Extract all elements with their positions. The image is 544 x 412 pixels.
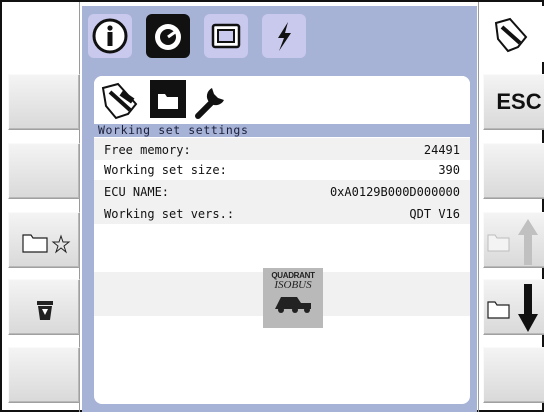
terminal-frame: Working set settings Free memory: 24491 … bbox=[0, 0, 544, 412]
tab-gauge[interactable] bbox=[146, 14, 190, 58]
folder-icon bbox=[487, 301, 510, 319]
quadrant-isobus-logo: QUADRANT ISOBUS bbox=[263, 268, 323, 328]
row-label: ECU NAME: bbox=[104, 185, 170, 199]
tab-display[interactable] bbox=[204, 14, 248, 58]
left-softkey-recycle[interactable] bbox=[8, 279, 80, 335]
folder-icon bbox=[22, 234, 48, 253]
row-label: Working set size: bbox=[104, 163, 227, 177]
hand-terminal-icon bbox=[494, 17, 528, 53]
panel-title: Working set settings bbox=[94, 124, 470, 137]
data-mask-area: Working set settings Free memory: 24491 … bbox=[82, 6, 477, 412]
row-label: Working set vers.: bbox=[104, 207, 235, 221]
logo-line2: ISOBUS bbox=[274, 279, 312, 291]
right-softkey-5[interactable] bbox=[483, 347, 544, 403]
left-softkey-1[interactable] bbox=[8, 74, 80, 130]
tab-lightning[interactable] bbox=[262, 14, 306, 58]
folder-icon bbox=[487, 234, 510, 252]
row-value: 390 bbox=[438, 163, 460, 177]
right-header-icon bbox=[483, 6, 544, 62]
esc-button[interactable]: ESC bbox=[483, 74, 544, 130]
recycle-bin-icon bbox=[37, 301, 53, 320]
row-value: QDT V16 bbox=[409, 207, 460, 221]
tab-bar bbox=[82, 6, 477, 70]
folder-icon bbox=[150, 80, 186, 118]
info-row-working-set-size: Working set size: 390 bbox=[94, 160, 470, 180]
right-softkey-down[interactable] bbox=[483, 279, 544, 335]
left-softkey-2[interactable] bbox=[8, 143, 80, 199]
right-softkey-2[interactable] bbox=[483, 143, 544, 199]
tab-info[interactable] bbox=[88, 14, 132, 58]
working-set-panel: Working set settings Free memory: 24491 … bbox=[94, 76, 470, 404]
left-softkey-5[interactable] bbox=[8, 347, 80, 403]
display-icon bbox=[211, 23, 241, 49]
right-softkey-up[interactable] bbox=[483, 212, 544, 268]
info-row-working-set-version: Working set vers.: QDT V16 bbox=[94, 204, 470, 224]
lightning-icon bbox=[278, 22, 291, 51]
left-softkey-folder-favorite[interactable] bbox=[8, 212, 80, 268]
info-row-free-memory: Free memory: 24491 bbox=[94, 140, 470, 160]
hand-terminal-icon bbox=[101, 82, 138, 120]
arrow-up-icon bbox=[518, 219, 538, 265]
row-value: 0xA0129B000D000000 bbox=[329, 185, 460, 199]
row-label: Free memory: bbox=[104, 143, 191, 157]
gauge-icon bbox=[155, 24, 181, 50]
row-value: 24491 bbox=[423, 143, 460, 157]
arrow-down-icon bbox=[518, 284, 538, 332]
wrench-icon bbox=[195, 88, 224, 119]
baler-icon bbox=[275, 297, 311, 313]
info-icon bbox=[92, 18, 128, 54]
info-row-ecu-name: ECU NAME: 0xA0129B000D000000 bbox=[94, 182, 470, 202]
star-icon bbox=[51, 234, 71, 254]
